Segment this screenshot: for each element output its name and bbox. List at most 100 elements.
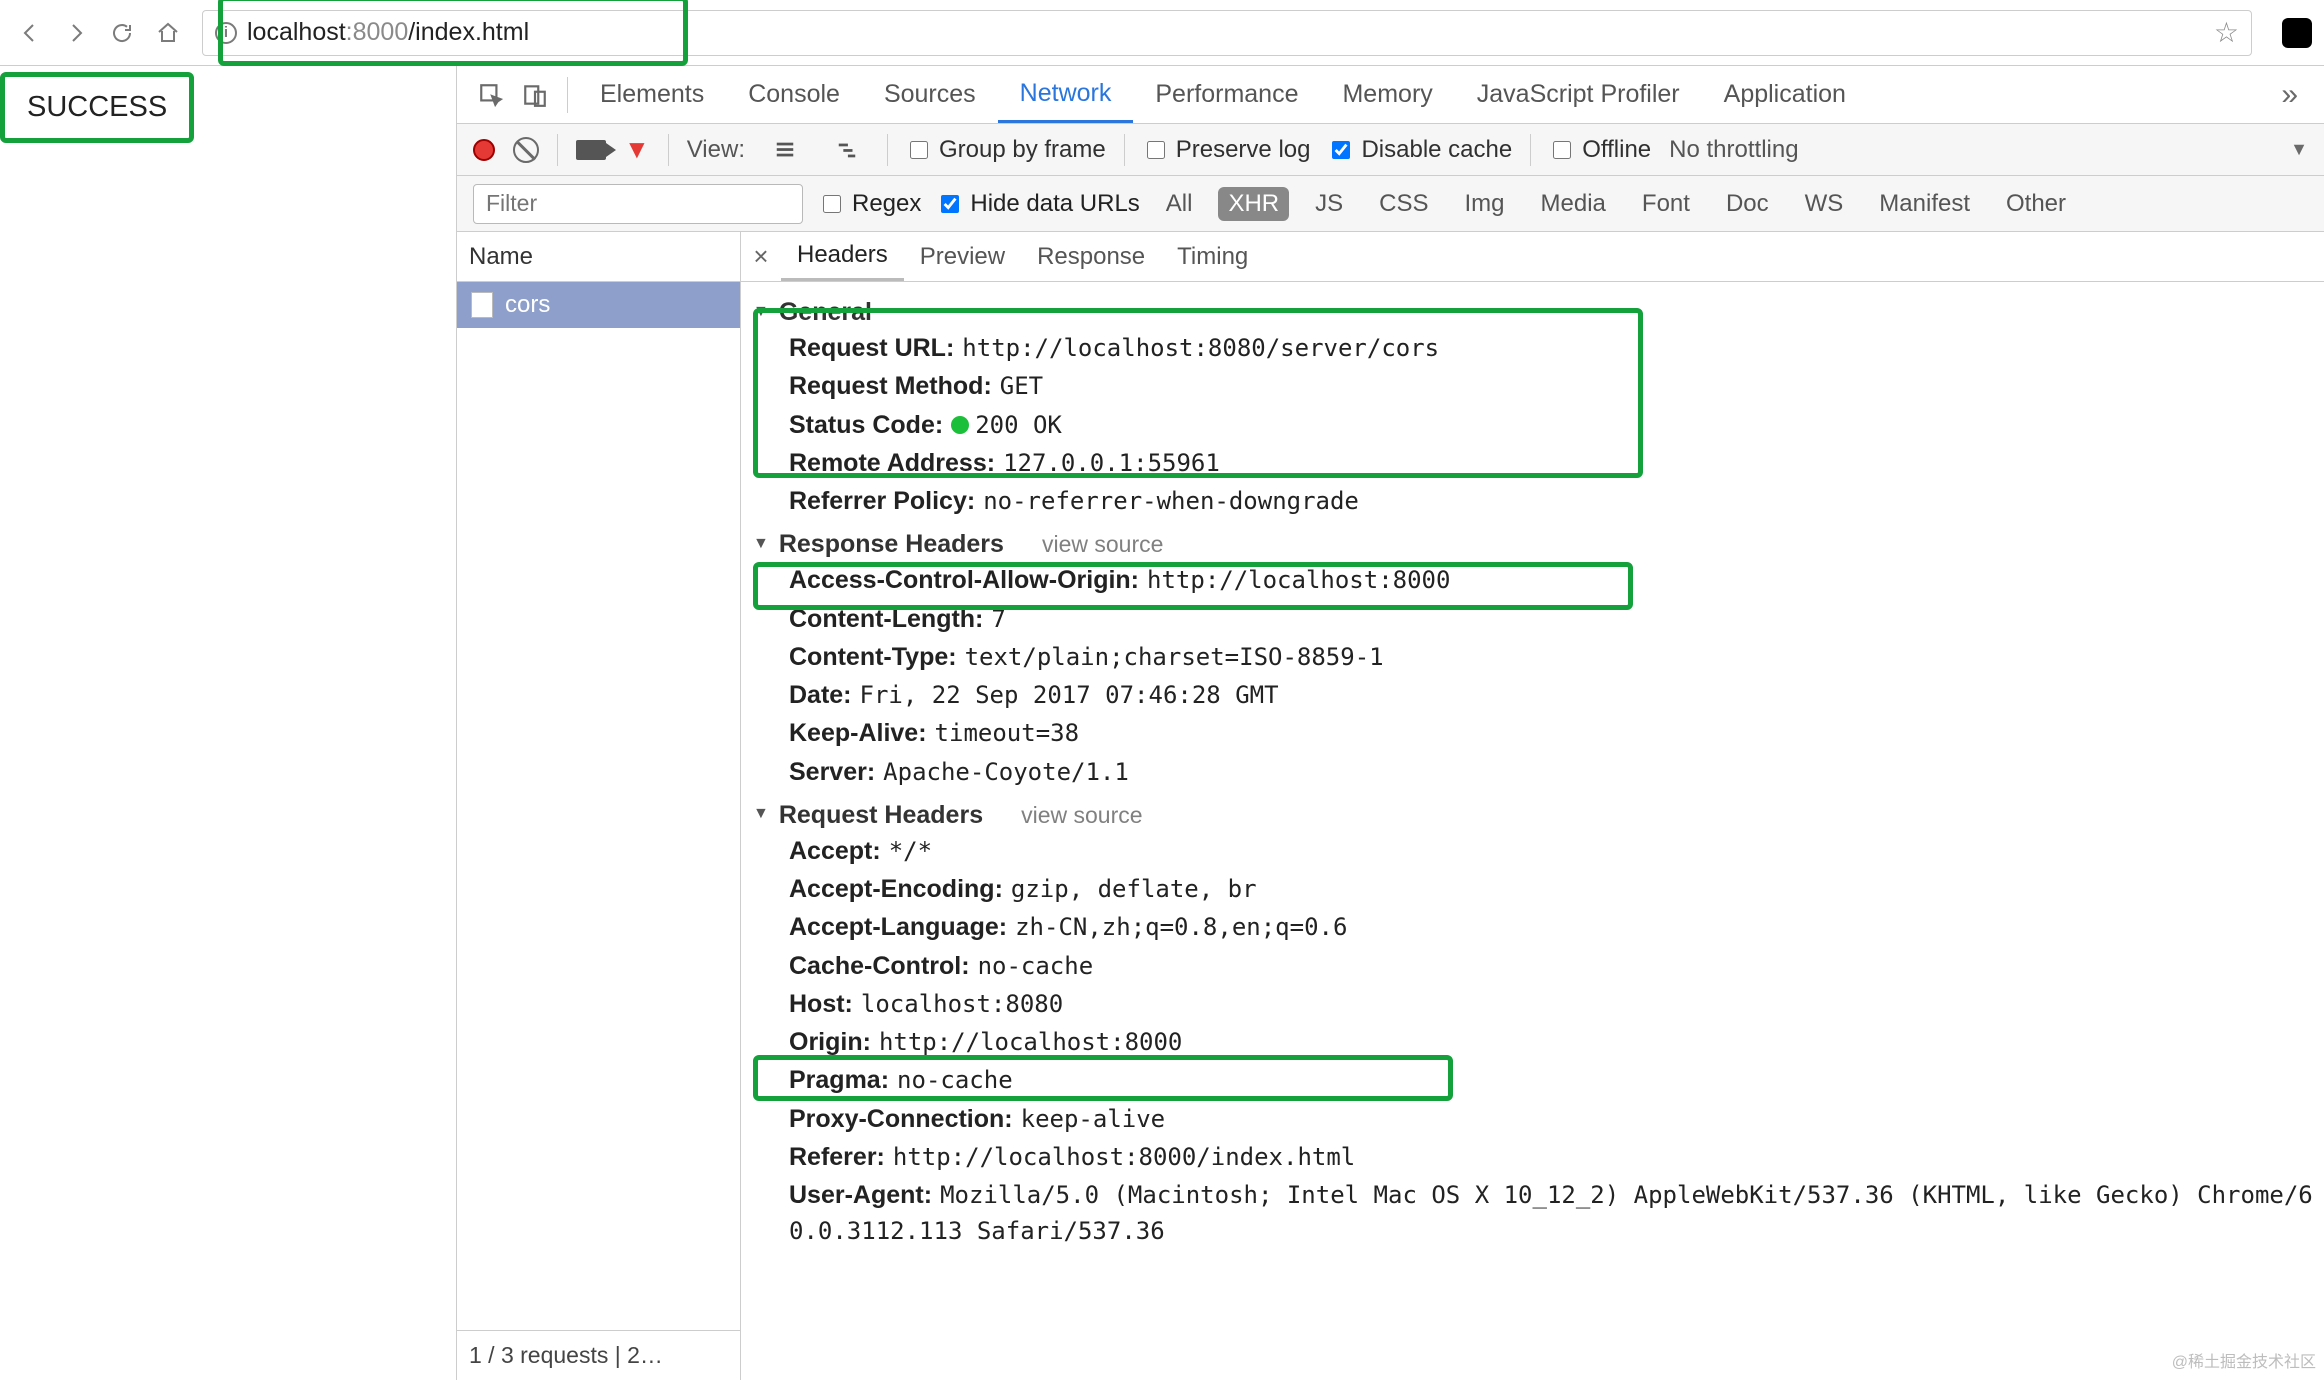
section-general: ▼General Request URL:http://localhost:80…	[741, 292, 2324, 524]
kv-content-type: Content-Type:text/plain;charset=ISO-8859…	[741, 638, 2324, 676]
type-media[interactable]: Media	[1531, 187, 1616, 221]
kv-accept-encoding: Accept-Encoding:gzip, deflate, br	[741, 870, 2324, 908]
tab-elements[interactable]: Elements	[578, 66, 726, 123]
kv-referer: Referer:http://localhost:8000/index.html	[741, 1138, 2324, 1176]
preserve-log-checkbox[interactable]: Preserve log	[1143, 136, 1311, 164]
tab-performance[interactable]: Performance	[1133, 66, 1320, 123]
status-dot-icon	[951, 416, 969, 434]
kv-acao: Access-Control-Allow-Origin:http://local…	[741, 561, 2324, 599]
type-img[interactable]: Img	[1455, 187, 1515, 221]
record-button[interactable]	[473, 139, 495, 161]
request-detail-pane: × Headers Preview Response Timing ▼Gener…	[741, 232, 2324, 1380]
type-css[interactable]: CSS	[1369, 187, 1438, 221]
page-viewport: SUCCESS	[0, 66, 457, 1380]
section-header-general[interactable]: ▼General	[741, 296, 2324, 329]
address-bar[interactable]: i localhost:8000/index.html ☆	[202, 10, 2252, 56]
kv-pragma: Pragma:no-cache	[741, 1061, 2324, 1099]
group-by-frame-checkbox[interactable]: Group by frame	[906, 136, 1106, 164]
hide-data-urls-checkbox[interactable]: Hide data URLs	[937, 190, 1139, 218]
tab-memory[interactable]: Memory	[1320, 66, 1454, 123]
type-xhr[interactable]: XHR	[1218, 187, 1289, 221]
waterfall-icon[interactable]	[825, 128, 869, 172]
network-toolbar: ▼ View: Group by frame Preserve log Disa…	[457, 124, 2324, 176]
detail-tabs: × Headers Preview Response Timing	[741, 232, 2324, 282]
request-row-cors[interactable]: cors	[457, 282, 740, 328]
separator	[1530, 134, 1531, 166]
section-request-headers: ▼Request Headersview source Accept:*/* A…	[741, 795, 2324, 1255]
request-list: Name cors 1 / 3 requests | 2…	[457, 232, 741, 1380]
kv-remote-address: Remote Address:127.0.0.1:55961	[741, 444, 2324, 482]
kv-origin: Origin:http://localhost:8000	[741, 1023, 2324, 1061]
view-source-link[interactable]: view source	[1042, 531, 1163, 558]
kv-accept-language: Accept-Language:zh-CN,zh;q=0.8,en;q=0.6	[741, 908, 2324, 946]
tab-headers[interactable]: Headers	[781, 232, 904, 281]
filter-input[interactable]	[473, 184, 803, 224]
reload-button[interactable]	[104, 15, 140, 51]
network-filter-row: Regex Hide data URLs All XHR JS CSS Img …	[457, 176, 2324, 232]
request-name: cors	[505, 291, 550, 319]
kv-date: Date:Fri, 22 Sep 2017 07:46:28 GMT	[741, 676, 2324, 714]
tab-network[interactable]: Network	[998, 66, 1134, 123]
regex-checkbox[interactable]: Regex	[819, 190, 921, 218]
tab-console[interactable]: Console	[726, 66, 862, 123]
separator	[557, 134, 558, 166]
tab-timing[interactable]: Timing	[1161, 232, 1264, 281]
tab-sources[interactable]: Sources	[862, 66, 998, 123]
tab-application[interactable]: Application	[1702, 66, 1868, 123]
section-header-response[interactable]: ▼Response Headersview source	[741, 528, 2324, 561]
forward-button[interactable]	[58, 15, 94, 51]
tab-response[interactable]: Response	[1021, 232, 1161, 281]
file-icon	[471, 292, 493, 318]
view-source-link[interactable]: view source	[1021, 802, 1142, 829]
view-label: View:	[687, 136, 745, 164]
devtools-panel: Elements Console Sources Network Perform…	[457, 66, 2324, 1380]
large-rows-icon[interactable]	[763, 128, 807, 172]
kv-cache-control: Cache-Control:no-cache	[741, 947, 2324, 985]
bookmark-star-icon[interactable]: ☆	[2214, 16, 2239, 49]
more-tabs-icon[interactable]: »	[2267, 78, 2312, 112]
kv-status-code: Status Code:200 OK	[741, 406, 2324, 444]
separator	[567, 77, 568, 113]
device-toolbar-icon[interactable]	[513, 73, 557, 117]
kv-host: Host:localhost:8080	[741, 985, 2324, 1023]
kv-proxy-connection: Proxy-Connection:keep-alive	[741, 1100, 2324, 1138]
home-button[interactable]	[150, 15, 186, 51]
section-response-headers: ▼Response Headersview source Access-Cont…	[741, 524, 2324, 795]
kv-server: Server:Apache-Coyote/1.1	[741, 753, 2324, 791]
filter-toggle-icon[interactable]: ▼	[624, 134, 650, 165]
tab-js-profiler[interactable]: JavaScript Profiler	[1455, 66, 1702, 123]
info-icon[interactable]: i	[215, 22, 237, 44]
url-text: localhost:8000/index.html	[247, 18, 529, 47]
kv-referrer-policy: Referrer Policy:no-referrer-when-downgra…	[741, 482, 2324, 520]
tab-preview[interactable]: Preview	[904, 232, 1021, 281]
close-detail-button[interactable]: ×	[741, 241, 781, 272]
back-button[interactable]	[12, 15, 48, 51]
kv-keep-alive: Keep-Alive:timeout=38	[741, 714, 2324, 752]
kv-content-length: Content-Length:7	[741, 600, 2324, 638]
kv-accept: Accept:*/*	[741, 832, 2324, 870]
separator	[887, 134, 888, 166]
type-ws[interactable]: WS	[1795, 187, 1854, 221]
separator	[1124, 134, 1125, 166]
type-font[interactable]: Font	[1632, 187, 1700, 221]
inspect-element-icon[interactable]	[469, 73, 513, 117]
kv-request-method: Request Method:GET	[741, 367, 2324, 405]
clear-button[interactable]	[513, 137, 539, 163]
browser-toolbar: i localhost:8000/index.html ☆	[0, 0, 2324, 66]
column-header-name[interactable]: Name	[457, 232, 740, 282]
offline-checkbox[interactable]: Offline	[1549, 136, 1651, 164]
requests-summary: 1 / 3 requests | 2…	[457, 1330, 740, 1380]
disable-cache-checkbox[interactable]: Disable cache	[1328, 136, 1512, 164]
throttling-dropdown-icon[interactable]: ▼	[2290, 139, 2308, 160]
type-doc[interactable]: Doc	[1716, 187, 1779, 221]
type-all[interactable]: All	[1156, 187, 1203, 221]
kv-user-agent: User-Agent:Mozilla/5.0 (Macintosh; Intel…	[741, 1176, 2324, 1251]
screenshot-icon[interactable]	[576, 140, 606, 160]
throttling-select[interactable]: No throttling	[1669, 136, 1798, 164]
extension-icon[interactable]	[2282, 18, 2312, 48]
section-header-request[interactable]: ▼Request Headersview source	[741, 799, 2324, 832]
type-other[interactable]: Other	[1996, 187, 2076, 221]
type-manifest[interactable]: Manifest	[1869, 187, 1980, 221]
type-js[interactable]: JS	[1305, 187, 1353, 221]
page-body-text: SUCCESS	[0, 72, 194, 143]
